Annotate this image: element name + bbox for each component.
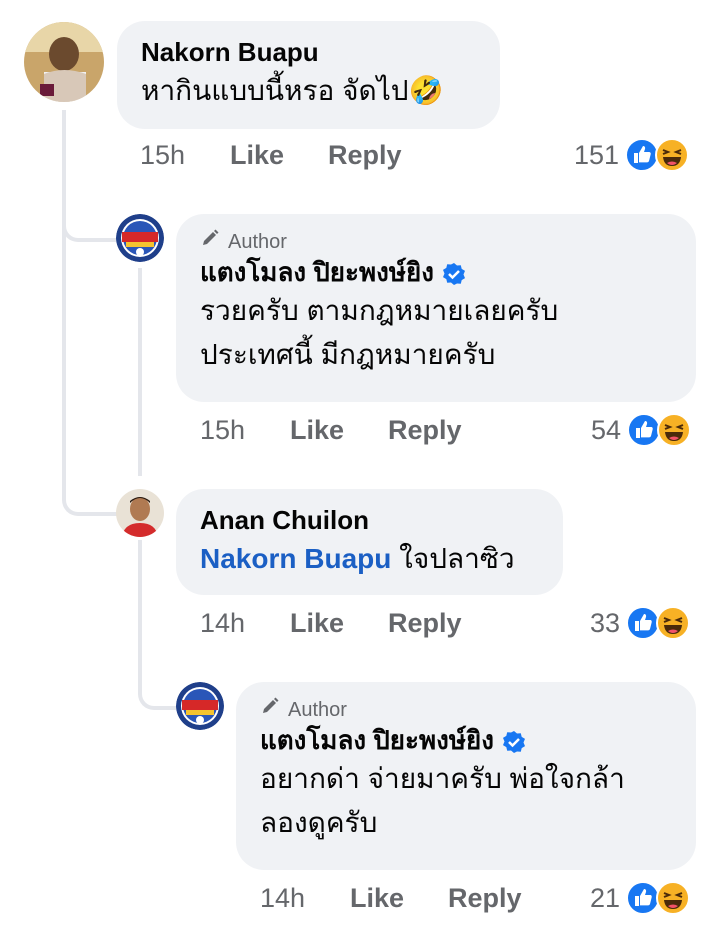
- thread-connector: [62, 470, 118, 516]
- comment-actions: 14h Like Reply: [260, 883, 566, 914]
- verified-badge-icon: [502, 728, 526, 753]
- like-button[interactable]: Like: [230, 140, 284, 171]
- timestamp[interactable]: 14h: [260, 883, 350, 914]
- like-reaction-icon: [626, 606, 661, 640]
- reaction-summary[interactable]: 151: [574, 138, 690, 172]
- comment-text: รวยครับ ตามกฎหมายเลยครับ ประเทศนี้ มีกฎห…: [200, 295, 559, 370]
- avatar[interactable]: [176, 682, 224, 730]
- reply-button[interactable]: Reply: [448, 883, 522, 914]
- reply-button[interactable]: Reply: [388, 415, 462, 446]
- thread-line-reply: [138, 268, 142, 476]
- pencil-icon: [260, 696, 280, 723]
- comment-text: Nakorn Buapu ใจปลาซิว: [200, 543, 515, 574]
- haha-reaction-icon: [655, 138, 690, 172]
- like-button[interactable]: Like: [350, 883, 404, 914]
- verified-badge-icon: [442, 260, 466, 285]
- reaction-count: 21: [590, 882, 621, 913]
- comment-text: หากินแบบนี้หรอ จัดไป🤣: [141, 75, 444, 106]
- timestamp[interactable]: 14h: [200, 608, 290, 639]
- reaction-count: 54: [591, 414, 622, 445]
- like-button[interactable]: Like: [290, 608, 344, 639]
- timestamp[interactable]: 15h: [140, 140, 230, 171]
- avatar[interactable]: [116, 214, 164, 262]
- reply-button[interactable]: Reply: [388, 608, 462, 639]
- comment-actions: 15h Like Reply: [200, 415, 506, 446]
- reaction-summary[interactable]: 21: [590, 881, 691, 915]
- haha-reaction-icon: [656, 881, 691, 915]
- reply-button[interactable]: Reply: [328, 140, 402, 171]
- thread-connector: [138, 654, 178, 710]
- mention-link[interactable]: Nakorn Buapu: [200, 543, 391, 574]
- comment-bubble: Anan Chuilon Nakorn Buapu ใจปลาซิว: [176, 489, 563, 595]
- comment-author[interactable]: แตงโมลง ปิยะพงษ์ยิง: [260, 723, 672, 757]
- comment-author[interactable]: Nakorn Buapu: [141, 35, 476, 69]
- thread-line-reply: [138, 540, 142, 670]
- pencil-icon: [200, 228, 220, 255]
- comment-actions: 14h Like Reply: [200, 608, 506, 639]
- comment-text: อยากด่า จ่ายมาครับ พ่อใจกล้า ลองดูครับ: [260, 763, 625, 838]
- reaction-count: 33: [590, 607, 621, 638]
- comment-author[interactable]: แตงโมลง ปิยะพงษ์ยิง: [200, 255, 672, 289]
- like-reaction-icon: [626, 881, 661, 915]
- like-button[interactable]: Like: [290, 415, 344, 446]
- rofl-emoji: 🤣: [408, 75, 444, 106]
- avatar[interactable]: [24, 22, 104, 102]
- comment-bubble: Nakorn Buapu หากินแบบนี้หรอ จัดไป🤣: [117, 21, 500, 129]
- haha-reaction-icon: [657, 413, 692, 447]
- thread-line-main: [62, 110, 66, 490]
- comment-bubble: Author แตงโมลง ปิยะพงษ์ยิง อยากด่า จ่ายม…: [236, 682, 696, 870]
- like-reaction-icon: [627, 413, 662, 447]
- avatar[interactable]: [116, 489, 164, 537]
- timestamp[interactable]: 15h: [200, 415, 290, 446]
- haha-reaction-icon: [656, 606, 691, 640]
- comment-actions: 15h Like Reply: [140, 140, 446, 171]
- like-reaction-icon: [625, 138, 660, 172]
- reaction-summary[interactable]: 33: [590, 606, 691, 640]
- reaction-summary[interactable]: 54: [591, 413, 692, 447]
- thread-connector: [62, 200, 118, 242]
- author-tag: Author: [200, 228, 672, 255]
- comment-author[interactable]: Anan Chuilon: [200, 503, 539, 537]
- comment-bubble: Author แตงโมลง ปิยะพงษ์ยิง รวยครับ ตามกฎ…: [176, 214, 696, 402]
- reaction-count: 151: [574, 139, 620, 170]
- author-tag: Author: [260, 696, 672, 723]
